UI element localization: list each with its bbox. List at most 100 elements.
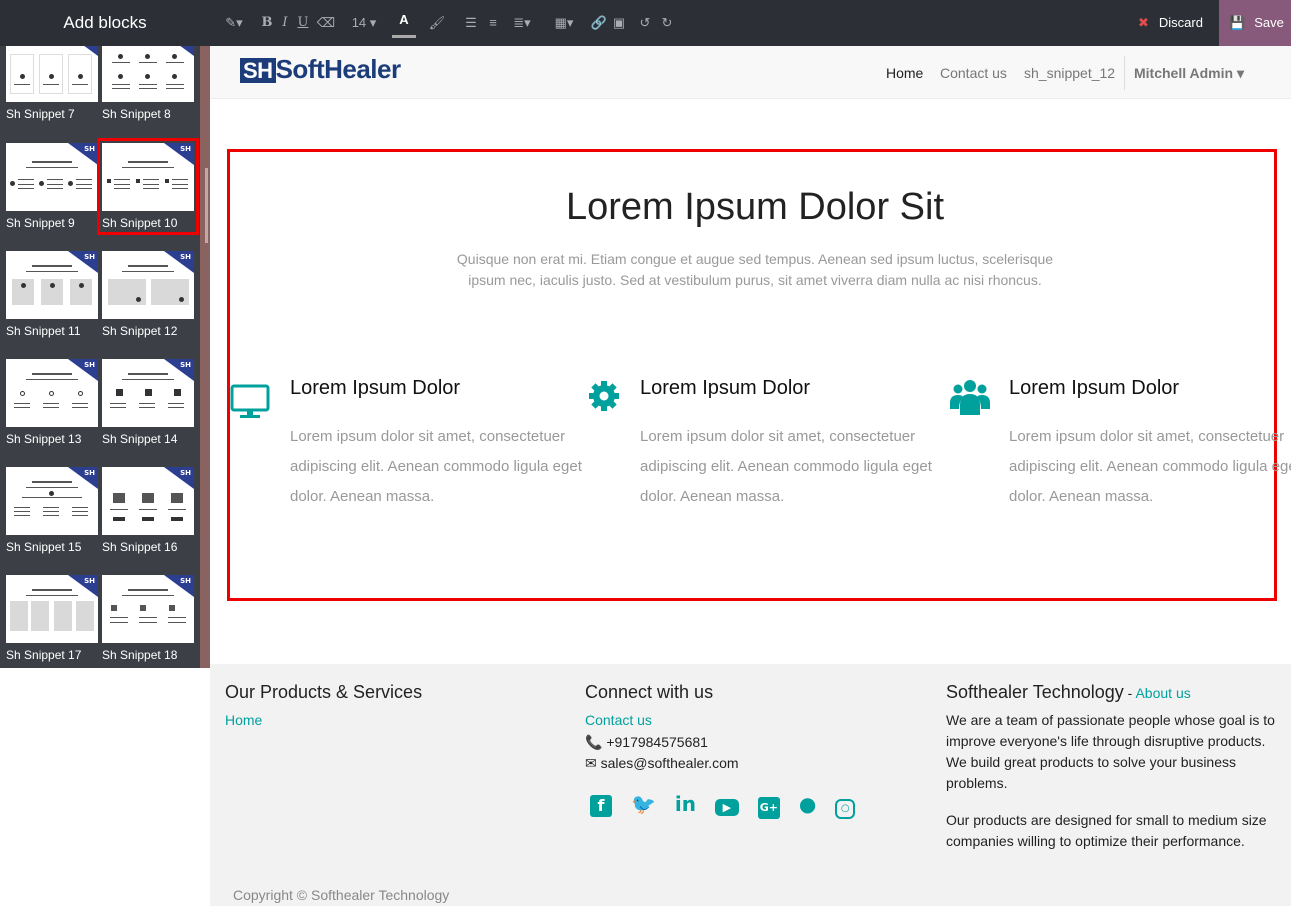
image-icon[interactable]: ▣ xyxy=(610,0,628,46)
footer-home-link[interactable]: Home xyxy=(225,712,262,728)
font-size-dropdown[interactable]: 14 ▾ xyxy=(348,0,380,46)
feature-heading[interactable]: Lorem Ipsum Dolor xyxy=(290,377,590,400)
link-icon[interactable]: 🔗 xyxy=(590,0,608,46)
google-plus-icon[interactable]: G+ xyxy=(757,797,780,819)
save-label: Save xyxy=(1254,15,1284,30)
bold-icon[interactable]: B xyxy=(260,0,274,46)
italic-icon[interactable]: I xyxy=(278,0,292,46)
snippet-label: Sh Snippet 8 xyxy=(102,107,171,121)
snippet-thumbnail: SH xyxy=(6,251,98,319)
snippet-label: Sh Snippet 9 xyxy=(6,216,75,230)
snippet-13[interactable]: SH Sh Snippet 13 xyxy=(6,359,98,446)
facebook-icon[interactable]: f xyxy=(590,795,612,817)
discard-label: Discard xyxy=(1158,15,1203,30)
snippet-label: Sh Snippet 18 xyxy=(102,648,178,662)
snippet-11[interactable]: SH Sh Snippet 11 xyxy=(6,251,98,338)
footer-contact-link[interactable]: Contact us xyxy=(585,712,652,728)
feature-column-3: Lorem Ipsum Dolor Lorem ipsum dolor sit … xyxy=(1009,377,1291,512)
snippet-thumbnail: SH xyxy=(6,575,98,643)
magic-wand-icon[interactable]: ✎▾ xyxy=(220,0,248,46)
snippet-17[interactable]: SH Sh Snippet 17 xyxy=(6,575,98,662)
twitter-icon[interactable]: 🐦 xyxy=(631,792,656,816)
floppy-icon: 💾 xyxy=(1229,15,1246,30)
scrollbar-track[interactable] xyxy=(200,46,210,668)
logo-mark: SH xyxy=(180,577,191,585)
scrollbar-thumb[interactable] xyxy=(205,168,208,243)
email-line: ✉ sales@softhealer.com xyxy=(585,753,739,774)
redo-icon[interactable]: ↻ xyxy=(658,0,676,46)
instagram-icon[interactable]: ○ xyxy=(835,799,856,819)
selected-snippet-block[interactable]: Lorem Ipsum Dolor Sit Quisque non erat m… xyxy=(227,149,1291,601)
products-heading: Our Products & Services xyxy=(225,682,423,702)
align-dropdown-icon[interactable]: ≣▾ xyxy=(508,0,536,46)
nav-contact-us[interactable]: Contact us xyxy=(940,65,1007,81)
snippet-14[interactable]: SH Sh Snippet 14 xyxy=(102,359,194,446)
snippet-thumbnail: SH xyxy=(102,467,194,535)
gear-icon xyxy=(589,381,619,411)
paint-brush-icon[interactable]: 🖌 xyxy=(428,0,446,46)
undo-icon[interactable]: ↺ xyxy=(636,0,654,46)
snippet-18[interactable]: SH Sh Snippet 18 xyxy=(102,575,194,662)
feature-text[interactable]: Lorem ipsum dolor sit amet, consectetuer… xyxy=(290,422,590,512)
linkedin-icon[interactable]: in xyxy=(675,792,696,816)
eraser-icon[interactable]: ⌫ xyxy=(316,0,336,46)
github-icon[interactable]: ● xyxy=(799,792,816,816)
snippet-label: Sh Snippet 15 xyxy=(6,540,82,554)
snippet-label: Sh Snippet 10 xyxy=(102,216,178,230)
font-color-icon[interactable]: A xyxy=(392,0,416,38)
snippet-thumbnail: SH xyxy=(6,359,98,427)
brand-logo[interactable]: SH SoftHealer xyxy=(240,54,401,85)
site-footer: Our Products & Services Home Connect wit… xyxy=(210,664,1291,906)
snippet-thumbnail: SH xyxy=(6,467,98,535)
about-paragraph-1: We are a team of passionate people whose… xyxy=(946,712,1275,791)
feature-heading[interactable]: Lorem Ipsum Dolor xyxy=(640,377,940,400)
snippet-15[interactable]: SH Sh Snippet 15 xyxy=(6,467,98,554)
snippet-label: Sh Snippet 13 xyxy=(6,432,82,446)
feature-column-2: Lorem Ipsum Dolor Lorem ipsum dolor sit … xyxy=(640,377,940,512)
snippet-9[interactable]: SH Sh Snippet 9 xyxy=(6,143,98,230)
snippet-label: Sh Snippet 11 xyxy=(6,324,81,338)
logo-mark: SH xyxy=(84,469,95,477)
youtube-icon[interactable]: ▶ xyxy=(714,799,739,816)
logo-mark: SH xyxy=(84,145,95,153)
snippet-subtitle[interactable]: Quisque non erat mi. Etiam congue et aug… xyxy=(443,249,1067,291)
nav-sh-snippet-12[interactable]: sh_snippet_12 xyxy=(1024,65,1115,81)
logo-mark: SH xyxy=(180,361,191,369)
envelope-icon: ✉ xyxy=(585,755,597,771)
logo-mark: SH xyxy=(180,469,191,477)
heading-separator: - xyxy=(1123,685,1136,701)
discard-button[interactable]: ✖ Discard xyxy=(1128,0,1219,46)
snippet-thumbnail: SH xyxy=(102,143,194,211)
font-size-value: 14 xyxy=(351,15,367,30)
logo-mark: SH xyxy=(180,145,191,153)
snippet-thumbnail: SH xyxy=(102,46,194,102)
snippet-label: Sh Snippet 16 xyxy=(102,540,178,554)
bullet-list-icon[interactable]: ☰ xyxy=(462,0,480,46)
phone-line: 📞 +917984575681 xyxy=(585,732,708,753)
feature-text[interactable]: Lorem ipsum dolor sit amet, consectetuer… xyxy=(1009,422,1291,512)
snippet-title[interactable]: Lorem Ipsum Dolor Sit xyxy=(230,186,1280,229)
phone-icon: 📞 xyxy=(585,734,603,750)
users-icon xyxy=(950,380,990,415)
brand-mark-icon: SH xyxy=(240,58,276,83)
company-name: Softhealer Technology xyxy=(946,682,1124,702)
user-menu[interactable]: Mitchell Admin ▾ xyxy=(1134,65,1244,82)
feature-text[interactable]: Lorem ipsum dolor sit amet, consectetuer… xyxy=(640,422,940,512)
about-us-link[interactable]: About us xyxy=(1135,685,1190,701)
snippet-thumbnail: SH xyxy=(102,251,194,319)
nav-home[interactable]: Home xyxy=(886,65,923,81)
save-button[interactable]: 💾 Save xyxy=(1219,0,1291,46)
table-icon[interactable]: ▦▾ xyxy=(550,0,578,46)
snippet-10-selected[interactable]: SH Sh Snippet 10 xyxy=(97,138,199,235)
about-paragraph-2: Our products are designed for small to m… xyxy=(946,812,1267,849)
snippet-12[interactable]: SH Sh Snippet 12 xyxy=(102,251,194,338)
snippet-list: SH Sh Snippet 7 SH Sh Snippet 8 S xyxy=(0,46,200,668)
editor-toolbar: ✎▾ B I U ⌫ 14 ▾ A 🖌 ☰ ≡ ≣▾ ▦▾ 🔗 ▣ ↺ ↻ ✖ D… xyxy=(210,0,1291,46)
snippet-7[interactable]: SH Sh Snippet 7 xyxy=(6,46,98,121)
snippet-label: Sh Snippet 17 xyxy=(6,648,82,662)
numbered-list-icon[interactable]: ≡ xyxy=(484,0,502,46)
snippet-16[interactable]: SH Sh Snippet 16 xyxy=(102,467,194,554)
snippet-8[interactable]: SH Sh Snippet 8 xyxy=(102,46,194,121)
feature-heading[interactable]: Lorem Ipsum Dolor xyxy=(1009,377,1291,400)
underline-icon[interactable]: U xyxy=(296,0,310,46)
